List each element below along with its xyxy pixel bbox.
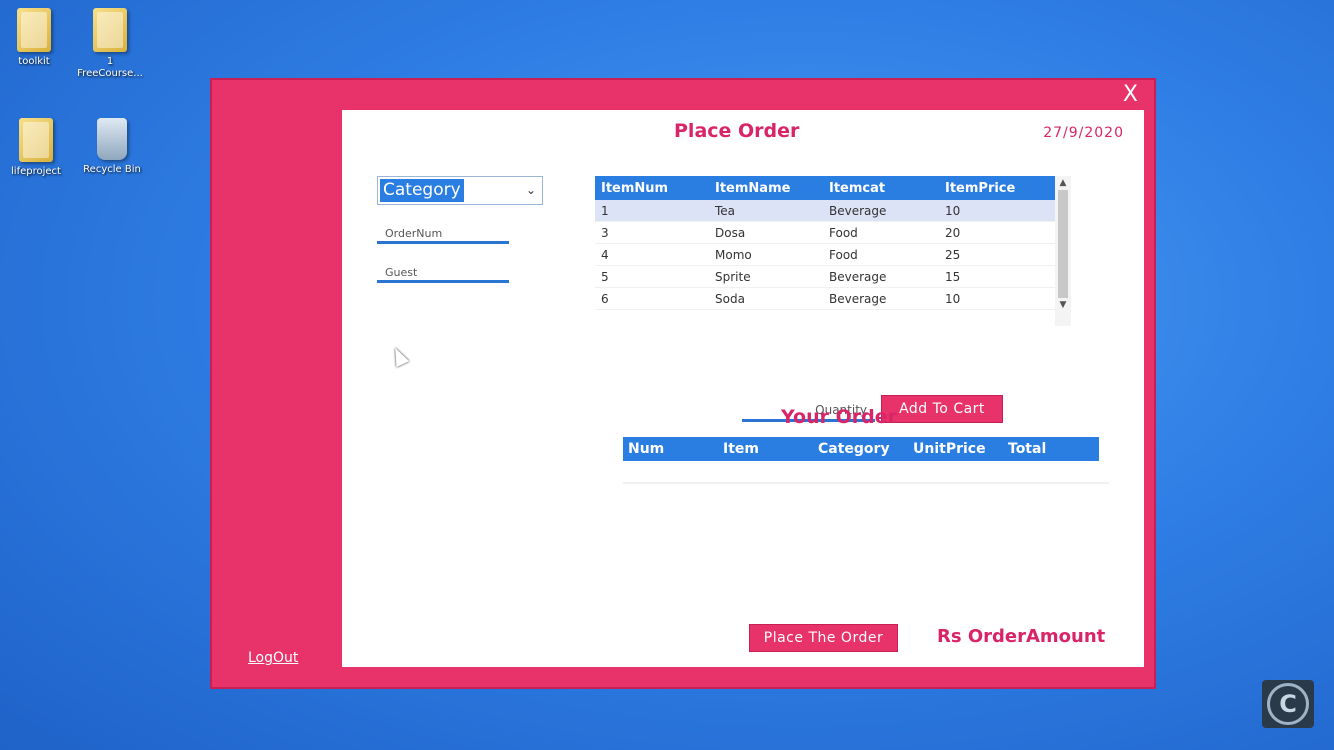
desktop-icon-freecourse[interactable]: 1 FreeCourse... — [70, 8, 150, 80]
table-cell: 4 — [601, 247, 609, 262]
recycle-bin-icon — [97, 118, 127, 160]
table-cell: Tea — [715, 203, 736, 218]
table-cell: 20 — [945, 225, 961, 240]
column-header[interactable]: Category — [813, 441, 908, 457]
column-header[interactable]: Num — [623, 441, 718, 457]
items-table-header: ItemNum ItemName Itemcat ItemPrice — [595, 176, 1055, 200]
scroll-thumb[interactable] — [1058, 190, 1068, 298]
column-header[interactable]: Item — [718, 441, 813, 457]
folder-icon — [17, 8, 51, 52]
date-label: 27/9/2020 — [1043, 125, 1124, 141]
page-title: Place Order — [674, 120, 800, 142]
order-table-body — [623, 482, 1109, 484]
column-header[interactable]: ItemPrice — [939, 181, 1041, 196]
table-cell: Food — [829, 247, 858, 262]
desktop-icon-label: lifeproject — [11, 166, 61, 177]
column-header[interactable]: Itemcat — [823, 181, 939, 196]
items-table[interactable]: ItemNum ItemName Itemcat ItemPrice 1 Tea… — [595, 176, 1055, 322]
logo-c-icon: C — [1267, 683, 1309, 725]
table-row[interactable]: 4 Momo Food 25 — [595, 244, 1055, 266]
folder-icon — [93, 8, 127, 52]
desktop-icon-label: Recycle Bin — [83, 164, 141, 175]
desktop-icon-lifeproject[interactable]: lifeproject — [0, 118, 76, 178]
place-order-button[interactable]: Place The Order — [749, 624, 898, 652]
folder-icon — [19, 118, 53, 162]
column-header[interactable]: Total — [1003, 441, 1098, 457]
table-cell: 1 — [601, 203, 609, 218]
desktop-icon-label: 1 FreeCourse... — [77, 56, 143, 79]
items-table-scrollbar[interactable]: ▲ ▼ — [1055, 176, 1071, 326]
category-selected-value: Category — [380, 179, 464, 202]
main-panel: Place Order 27/9/2020 Category ⌄ OrderNu… — [342, 110, 1144, 667]
scroll-down-icon[interactable]: ▼ — [1055, 298, 1071, 312]
category-dropdown[interactable]: Category ⌄ — [377, 176, 543, 205]
place-order-window: X LogOut Place Order 27/9/2020 Category … — [210, 78, 1156, 689]
order-amount-label: Rs OrderAmount — [937, 626, 1106, 647]
order-num-placeholder: OrderNum — [385, 227, 443, 240]
table-cell: Food — [829, 225, 858, 240]
table-cell: 6 — [601, 291, 609, 306]
table-cell: Beverage — [829, 203, 887, 218]
order-table-header[interactable]: Num Item Category UnitPrice Total — [623, 437, 1099, 461]
table-cell: Dosa — [715, 225, 746, 240]
guest-field[interactable]: Guest — [377, 261, 509, 283]
desktop-icon-recycle-bin[interactable]: Recycle Bin — [72, 118, 152, 176]
table-cell: 10 — [945, 203, 961, 218]
order-num-field[interactable]: OrderNum — [377, 222, 509, 244]
table-cell: Soda — [715, 291, 745, 306]
table-cell: 10 — [945, 291, 961, 306]
column-header[interactable]: ItemNum — [595, 181, 709, 196]
table-cell: Momo — [715, 247, 752, 262]
table-cell: 5 — [601, 269, 609, 284]
table-cell: 25 — [945, 247, 961, 262]
your-order-title: Your Order — [781, 406, 897, 428]
column-header[interactable]: ItemName — [709, 181, 823, 196]
close-button[interactable]: X — [1123, 82, 1138, 107]
chevron-down-icon[interactable]: ⌄ — [526, 183, 536, 197]
table-cell: 15 — [945, 269, 961, 284]
table-row[interactable]: 1 Tea Beverage 10 — [595, 200, 1055, 222]
desktop-icon-label: toolkit — [18, 56, 50, 67]
desktop-icon-toolkit[interactable]: toolkit — [0, 8, 74, 68]
guest-placeholder: Guest — [385, 266, 418, 279]
table-cell: Beverage — [829, 291, 887, 306]
logout-link[interactable]: LogOut — [248, 650, 298, 666]
channel-logo: C — [1262, 680, 1314, 728]
table-cell: Beverage — [829, 269, 887, 284]
add-to-cart-button[interactable]: Add To Cart — [881, 395, 1003, 423]
column-header[interactable]: UnitPrice — [908, 441, 1003, 457]
scroll-up-icon[interactable]: ▲ — [1055, 176, 1071, 190]
table-row[interactable]: 5 Sprite Beverage 15 — [595, 266, 1055, 288]
table-cell: 3 — [601, 225, 609, 240]
table-row[interactable]: 6 Soda Beverage 10 — [595, 288, 1055, 310]
table-row[interactable]: 3 Dosa Food 20 — [595, 222, 1055, 244]
table-cell: Sprite — [715, 269, 751, 284]
